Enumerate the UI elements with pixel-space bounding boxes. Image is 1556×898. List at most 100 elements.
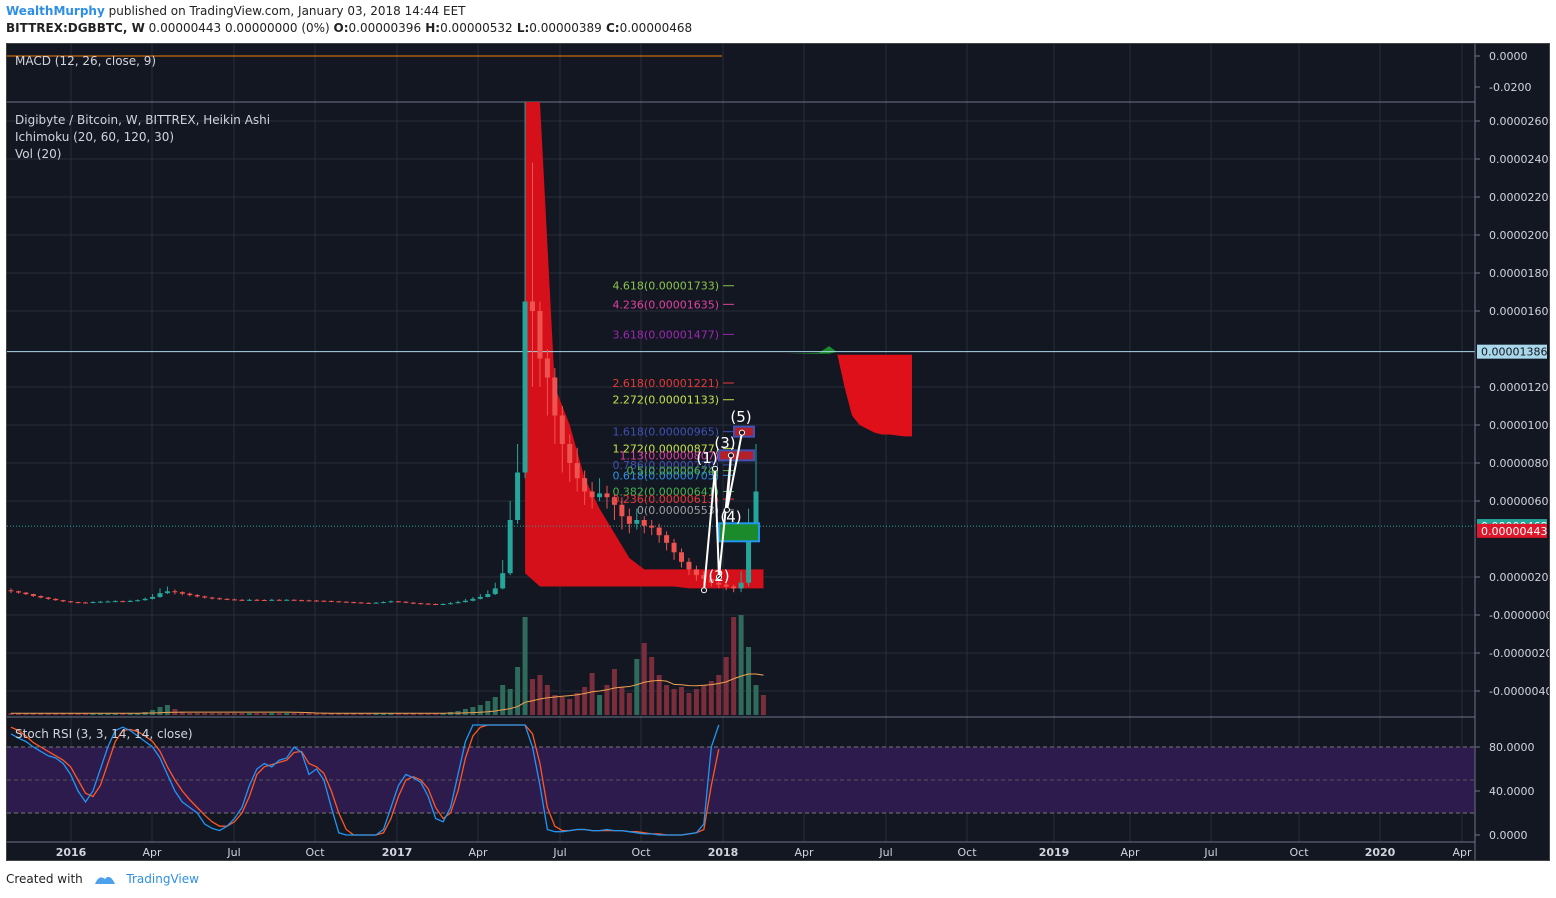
candle-body: [433, 603, 439, 605]
candle-body: [492, 588, 498, 595]
published-text: published on TradingView.com, January 03…: [104, 4, 466, 18]
candle-body: [559, 415, 565, 444]
candle-body: [38, 596, 44, 598]
candle-body: [164, 591, 170, 594]
macd-pane: MACD (12, 26, close, 9): [7, 54, 722, 68]
volume-bar: [537, 675, 543, 715]
stoch-axis-tick: 80.0000: [1489, 741, 1535, 754]
candle-body: [537, 311, 543, 359]
time-axis-label: Apr: [468, 846, 488, 859]
time-axis-label: Apr: [794, 846, 814, 859]
author-link[interactable]: WealthMurphy: [6, 4, 105, 18]
time-axis-label: Jul: [1203, 846, 1217, 859]
time-axis-label: Apr: [1452, 846, 1472, 859]
volume-bar: [157, 707, 163, 715]
candle-body: [470, 598, 476, 601]
volume-bar: [217, 713, 223, 715]
candle-body: [127, 600, 133, 602]
macd-axis-tick: 0.0000: [1489, 50, 1528, 63]
time-axis-label: Oct: [957, 846, 977, 859]
candle-body: [261, 599, 267, 601]
price-axis-tick: 0.00001000: [1489, 419, 1549, 432]
candle-body: [567, 444, 573, 463]
volume-bar: [164, 705, 170, 715]
volume-bar: [194, 713, 200, 715]
candle-body: [120, 601, 126, 603]
time-axis-label: 2018: [708, 846, 739, 859]
candle-body: [522, 301, 528, 473]
candle-body: [530, 301, 535, 311]
volume-bar: [664, 685, 670, 715]
volume-bar: [731, 617, 737, 715]
fib-level-label: 4.618(0.00001733): [612, 280, 719, 293]
candle-body: [425, 603, 431, 605]
wave-node: [728, 452, 734, 459]
low-label: L:: [512, 21, 530, 35]
price-axis-tick: 0.00001600: [1489, 305, 1549, 318]
candle-body: [641, 520, 647, 526]
candle-body: [269, 599, 275, 601]
candle-body: [343, 601, 349, 603]
volume-bar: [641, 643, 647, 715]
high-label: H:: [421, 21, 441, 35]
chart-frame[interactable]: MACD (12, 26, close, 9) 4.618(0.00001733…: [6, 43, 1550, 861]
time-axis-label: 2019: [1039, 846, 1070, 859]
fib-level-label: 2.618(0.00001221): [612, 377, 719, 390]
publish-header: WealthMurphy published on TradingView.co…: [6, 3, 692, 37]
candle-body: [753, 491, 759, 528]
cloud-future: [837, 352, 912, 437]
volume-bar: [567, 699, 573, 715]
candle-body: [321, 600, 327, 602]
volume-bar: [202, 713, 208, 715]
candle-body: [515, 472, 521, 520]
volume-bar: [671, 689, 677, 715]
ohlc-line: BITTREX:DGBBTC, W 0.00000443 0.00000000 …: [6, 20, 692, 37]
volume-bar: [462, 709, 468, 715]
price-axis-tick: 0.00000200: [1489, 571, 1549, 584]
close-value: 0.00000468: [619, 21, 693, 35]
wave-label: (4): [720, 508, 741, 526]
volume-bar: [686, 693, 692, 715]
volume-bar: [626, 693, 632, 715]
candle-body: [589, 491, 595, 498]
fib-level-label: 3.618(0.00001477): [612, 328, 719, 341]
time-axis-label: Apr: [142, 846, 162, 859]
candle-body: [500, 573, 506, 589]
volume-bar: [589, 673, 595, 715]
tradingview-link[interactable]: TradingView: [126, 872, 199, 886]
volume-bar: [492, 697, 498, 715]
candle-body: [15, 591, 21, 593]
candle-body: [395, 601, 401, 603]
low-value: 0.00000389: [529, 21, 602, 35]
volume-bar: [708, 681, 714, 715]
wave-node: [701, 587, 707, 594]
volume-bar: [530, 679, 535, 715]
candle-body: [8, 590, 14, 592]
volume-bar: [559, 697, 565, 715]
open-label: O:: [333, 21, 349, 35]
tradingview-logo-icon[interactable]: [93, 872, 117, 886]
volume-bar: [649, 657, 655, 715]
candle-body: [306, 600, 312, 602]
candle-body: [634, 520, 640, 524]
candle-body: [597, 493, 603, 498]
time-axis-label: Apr: [1120, 846, 1140, 859]
wave-label: (3): [714, 434, 735, 452]
candle-body: [217, 598, 223, 600]
wave-label: (2): [708, 567, 729, 585]
candle-body: [53, 598, 59, 601]
stoch-axis-tick: 0.0000: [1489, 829, 1528, 842]
candle-body: [485, 594, 491, 597]
candle-body: [358, 602, 364, 604]
volume-bar: [544, 685, 550, 715]
candle-body: [202, 596, 208, 598]
stoch-rsi-pane: [7, 724, 1475, 836]
symbol-label: BITTREX:DGBBTC, W: [6, 21, 145, 35]
candle-body: [582, 478, 588, 492]
price-axis-tick: -0.00000200: [1489, 647, 1549, 660]
candle-body: [477, 596, 483, 599]
volume-bar: [597, 695, 603, 715]
chart-canvas[interactable]: MACD (12, 26, close, 9) 4.618(0.00001733…: [7, 44, 1549, 860]
volume-bar: [485, 701, 491, 715]
fib-level-label: 0(0.00000553): [637, 504, 719, 517]
